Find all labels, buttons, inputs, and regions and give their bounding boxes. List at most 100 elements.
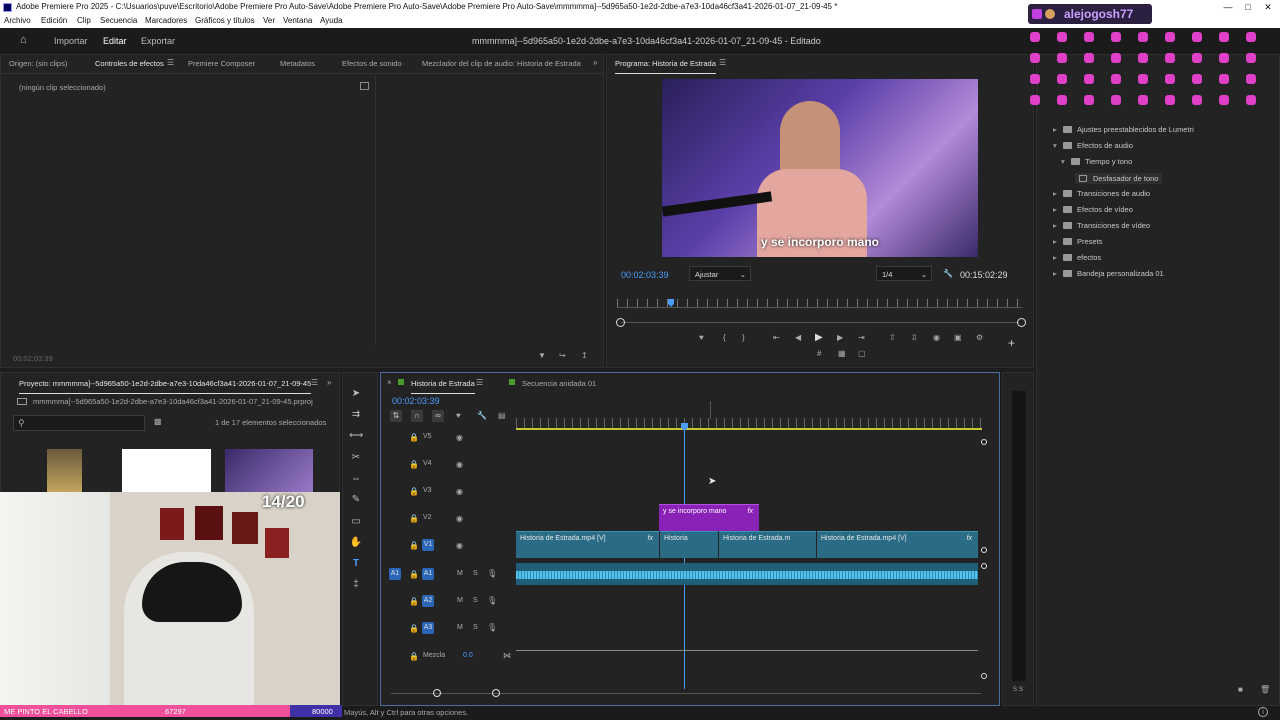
tab-premiere-composer[interactable]: Premiere Composer: [188, 59, 255, 68]
menu-file[interactable]: Archivo: [4, 16, 31, 25]
resolution-dropdown[interactable]: 1/4 ⌄: [876, 266, 932, 281]
rectangle-tool-icon[interactable]: ▭: [349, 515, 363, 529]
lift-icon[interactable]: ⇧: [889, 333, 896, 342]
more-tabs-icon[interactable]: »: [593, 58, 597, 67]
ripple-edit-tool-icon[interactable]: ⟷: [349, 429, 363, 443]
multicam-icon[interactable]: ▢: [858, 349, 866, 358]
project-title[interactable]: Proyecto: mmmmma]--5d965a50-1e2d-2dbe-a7…: [19, 379, 312, 394]
track-select-tool-icon[interactable]: ⇉: [349, 408, 363, 422]
project-thumb-1[interactable]: [47, 449, 82, 494]
zoom-handle-left[interactable]: [616, 318, 625, 327]
lock-icon[interactable]: 🔒: [409, 652, 419, 661]
tab-nested-sequence[interactable]: Secuencia anidada 01: [522, 379, 596, 388]
home-icon[interactable]: ⌂: [20, 34, 32, 46]
lock-icon[interactable]: 🔒: [409, 514, 419, 523]
project-more-icon[interactable]: »: [327, 378, 331, 387]
caption-tool-icon[interactable]: ‡: [349, 578, 363, 592]
video-clip[interactable]: Historia de Estrada.m: [719, 531, 816, 558]
mute-a3[interactable]: M: [457, 624, 463, 631]
type-tool-icon[interactable]: T: [349, 557, 363, 571]
close-icon[interactable]: ✕: [1258, 1, 1278, 13]
project-menu-icon[interactable]: ☰: [311, 378, 318, 387]
effects-item-audio-effects[interactable]: ▾ Efectos de audio: [1053, 141, 1133, 150]
effects-item-presets[interactable]: ▸ Presets: [1053, 237, 1102, 246]
share-icon[interactable]: ↥: [581, 351, 588, 360]
video-frame[interactable]: y se incorporo mano: [662, 79, 978, 257]
sequence-menu-icon[interactable]: ☰: [476, 378, 483, 387]
hand-tool-icon[interactable]: ✋: [349, 536, 363, 550]
video-clip[interactable]: Historia de Estrada.mp4 [V] fx: [817, 531, 978, 558]
v-scroll-handle[interactable]: [981, 547, 987, 553]
video-clip[interactable]: Historia de Estrada.mp4 [V] fx: [516, 531, 659, 558]
maximize-icon[interactable]: □: [1238, 1, 1258, 13]
add-marker-icon[interactable]: ♥: [456, 411, 461, 420]
menu-help[interactable]: Ayuda: [320, 16, 343, 25]
mix-icon[interactable]: ⋈: [503, 651, 511, 660]
info-icon[interactable]: i: [1258, 707, 1268, 717]
effects-item-time-pitch[interactable]: ▾ Tiempo y tono: [1061, 157, 1132, 166]
audio-clip[interactable]: [516, 563, 978, 585]
lock-icon[interactable]: 🔒: [409, 624, 419, 633]
mute-a1[interactable]: M: [457, 570, 463, 577]
track-a2-label[interactable]: A2: [422, 595, 434, 607]
project-thumb-3[interactable]: [225, 449, 313, 494]
step-forward-icon[interactable]: ▶: [837, 333, 843, 342]
project-search-input[interactable]: ⚲: [13, 415, 145, 431]
snap-icon[interactable]: ∩: [411, 410, 423, 422]
tab-effect-controls[interactable]: Controles de efectos: [95, 59, 164, 74]
captions-icon[interactable]: ▤: [498, 411, 506, 420]
timeline-settings-icon[interactable]: 🔧: [477, 411, 487, 420]
eye-icon[interactable]: ◉: [456, 514, 463, 523]
effects-item-custom-bin[interactable]: ▸ Bandeja personalizada 01: [1053, 269, 1164, 278]
mic-icon[interactable]: 🎙: [487, 569, 497, 578]
mix-value[interactable]: 0.0: [463, 652, 473, 659]
menu-window[interactable]: Ventana: [283, 16, 312, 25]
menu-sequence[interactable]: Secuencia: [100, 16, 137, 25]
go-to-out-icon[interactable]: ⇥: [858, 333, 865, 342]
eye-icon[interactable]: ◉: [456, 433, 463, 442]
vr-icon[interactable]: ▦: [838, 349, 846, 358]
export-icon[interactable]: ↪: [559, 351, 566, 360]
eye-icon[interactable]: ◉: [456, 487, 463, 496]
menu-view[interactable]: Ver: [263, 16, 275, 25]
mute-a2[interactable]: M: [457, 597, 463, 604]
tab-metadata[interactable]: Metadatos: [280, 59, 315, 68]
menu-markers[interactable]: Marcadores: [145, 16, 187, 25]
tab-import[interactable]: Importar: [54, 36, 88, 46]
tab-sequence-main[interactable]: Historia de Estrada: [411, 379, 475, 394]
a-scroll-handle[interactable]: [981, 563, 987, 569]
meter-solo-left[interactable]: S: [1013, 687, 1017, 693]
camera-icon[interactable]: ◉: [933, 333, 940, 342]
effects-item-efectos[interactable]: ▸ efectos: [1053, 253, 1101, 262]
timeline-ruler[interactable]: [516, 418, 982, 430]
fit-dropdown[interactable]: Ajustar ⌄: [689, 266, 751, 281]
solo-a1[interactable]: S: [473, 570, 478, 577]
slip-tool-icon[interactable]: ⇔: [349, 472, 363, 486]
nest-toggle-icon[interactable]: ⇅: [390, 410, 402, 422]
solo-a3[interactable]: S: [473, 624, 478, 631]
program-title[interactable]: Programa: Historia de Estrada: [615, 59, 716, 74]
lock-icon[interactable]: 🔒: [409, 597, 419, 606]
pen-tool-icon[interactable]: ✎: [349, 493, 363, 507]
tab-edit[interactable]: Editar: [103, 36, 127, 46]
lock-icon[interactable]: 🔒: [409, 433, 419, 442]
menu-clip[interactable]: Clip: [77, 16, 91, 25]
go-to-in-icon[interactable]: ⇤: [773, 333, 780, 342]
new-folder-icon[interactable]: ▩: [154, 417, 162, 426]
video-clip[interactable]: Historia: [660, 531, 718, 558]
tab-source[interactable]: Origen: (sin clips): [9, 59, 67, 68]
lock-icon[interactable]: 🔒: [409, 460, 419, 469]
expand-icon[interactable]: [360, 82, 369, 90]
close-sequence-icon[interactable]: ×: [387, 378, 392, 387]
linked-selection-icon[interactable]: ∞: [432, 410, 444, 422]
delete-icon[interactable]: 🗑: [1260, 685, 1270, 694]
program-menu-icon[interactable]: ☰: [719, 58, 726, 67]
zoom-scrollbar[interactable]: [621, 322, 1019, 323]
settings-icon[interactable]: ⚙: [976, 333, 983, 342]
program-current-time[interactable]: 00:02:03:39: [621, 270, 669, 280]
tab-export[interactable]: Exportar: [141, 36, 175, 46]
filter-icon[interactable]: ▼: [538, 351, 546, 360]
button-editor-icon[interactable]: +: [1008, 337, 1015, 349]
h-scroll-right[interactable]: [492, 689, 500, 697]
effects-item-pitch-shifter[interactable]: Desfasador de tono: [1075, 173, 1163, 184]
